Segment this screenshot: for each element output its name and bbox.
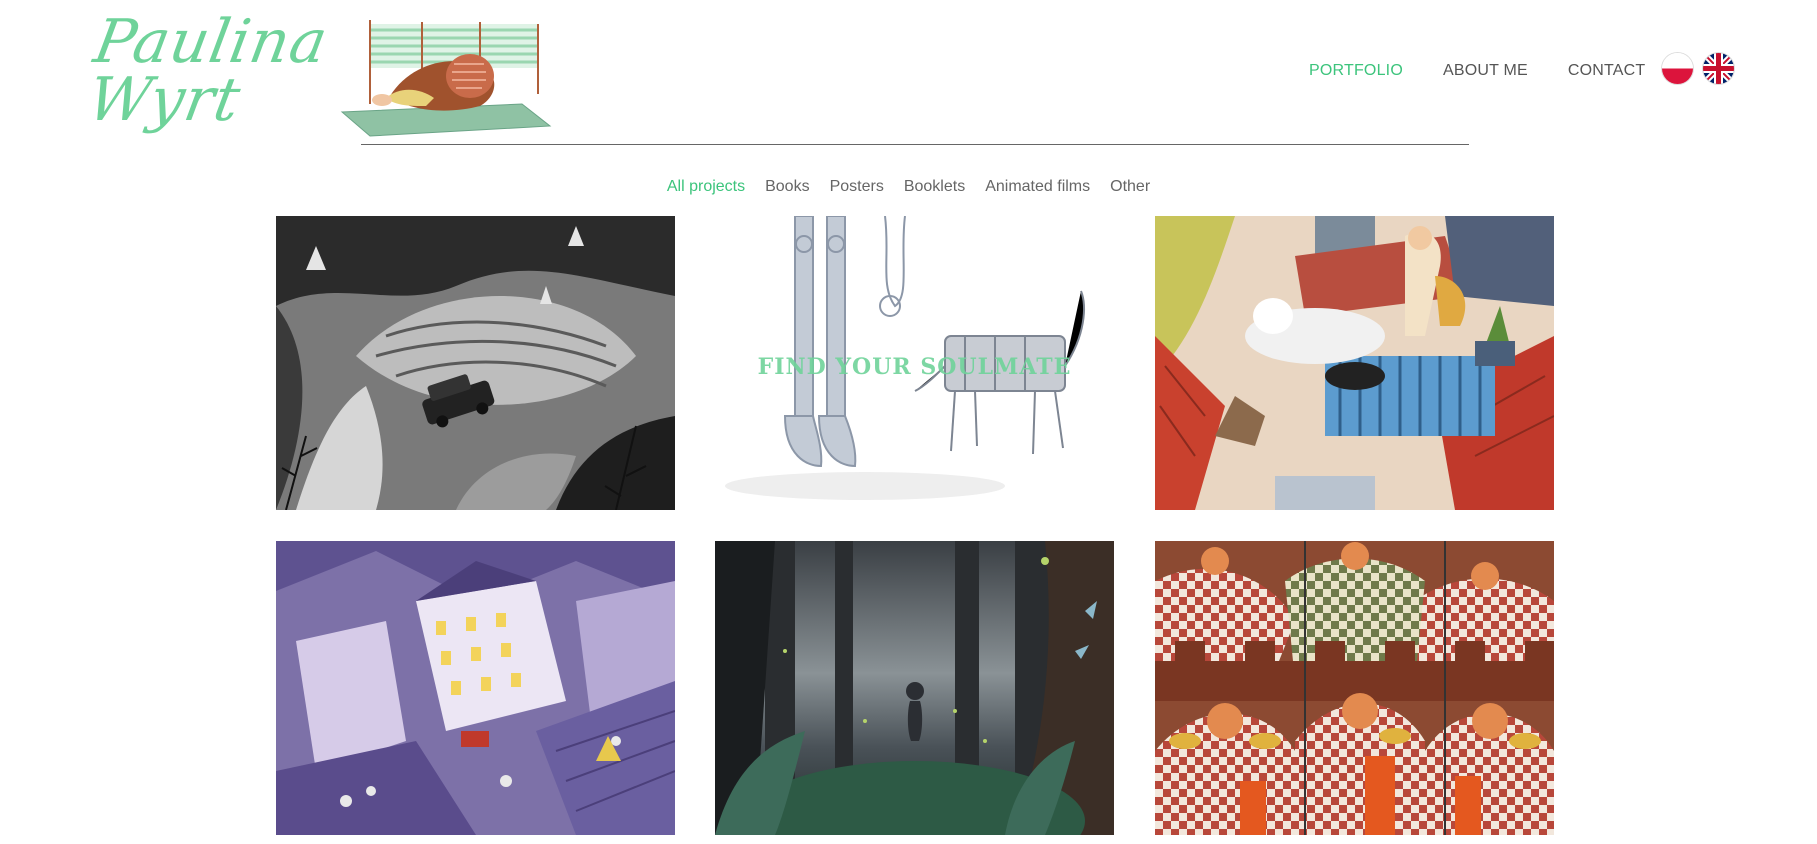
- poland-flag-icon[interactable]: [1662, 53, 1693, 84]
- project-tile-bw-forest[interactable]: [276, 216, 675, 510]
- project-tile-checkered-guards[interactable]: [1155, 541, 1554, 835]
- project-tile-purple-town[interactable]: [276, 541, 675, 835]
- project-tile-find-your-soulmate[interactable]: FIND YOUR SOULMATE: [715, 216, 1114, 510]
- filter-animated-films[interactable]: Animated films: [985, 178, 1090, 196]
- logo-text: Paulina Wyrt: [80, 7, 334, 135]
- site-logo[interactable]: Paulina Wyrt: [83, 7, 333, 144]
- uk-flag-icon[interactable]: [1703, 53, 1734, 84]
- dark-forest-illustration: [715, 541, 1114, 835]
- project-overlay-title: FIND YOUR SOULMATE: [757, 354, 1072, 380]
- project-tile-dark-forest[interactable]: [715, 541, 1114, 835]
- bw-forest-illustration: [276, 216, 675, 510]
- rooftop-dogs-illustration: [1155, 216, 1554, 510]
- filter-posters[interactable]: Posters: [830, 178, 884, 196]
- filter-books[interactable]: Books: [765, 178, 809, 196]
- main-nav: PORTFOLIO ABOUT ME CONTACT: [1309, 59, 1685, 83]
- header-divider: [361, 144, 1469, 145]
- project-tile-rooftop-dogs[interactable]: [1155, 216, 1554, 510]
- nav-contact[interactable]: CONTACT: [1568, 62, 1646, 80]
- logo-line1: Paulina: [88, 7, 334, 77]
- sleeping-figure-illustration: [340, 20, 552, 137]
- filter-booklets[interactable]: Booklets: [904, 178, 965, 196]
- nav-portfolio[interactable]: PORTFOLIO: [1309, 62, 1403, 80]
- nav-about-me[interactable]: ABOUT ME: [1443, 62, 1528, 80]
- filter-all-projects[interactable]: All projects: [667, 178, 745, 196]
- checkered-guards-illustration: [1155, 541, 1554, 835]
- purple-town-illustration: [276, 541, 675, 835]
- logo-line2: Wyrt: [82, 65, 247, 135]
- project-filters: All projects Books Posters Booklets Anim…: [0, 178, 1817, 196]
- filter-other[interactable]: Other: [1110, 178, 1150, 196]
- header-illustration: [330, 14, 570, 140]
